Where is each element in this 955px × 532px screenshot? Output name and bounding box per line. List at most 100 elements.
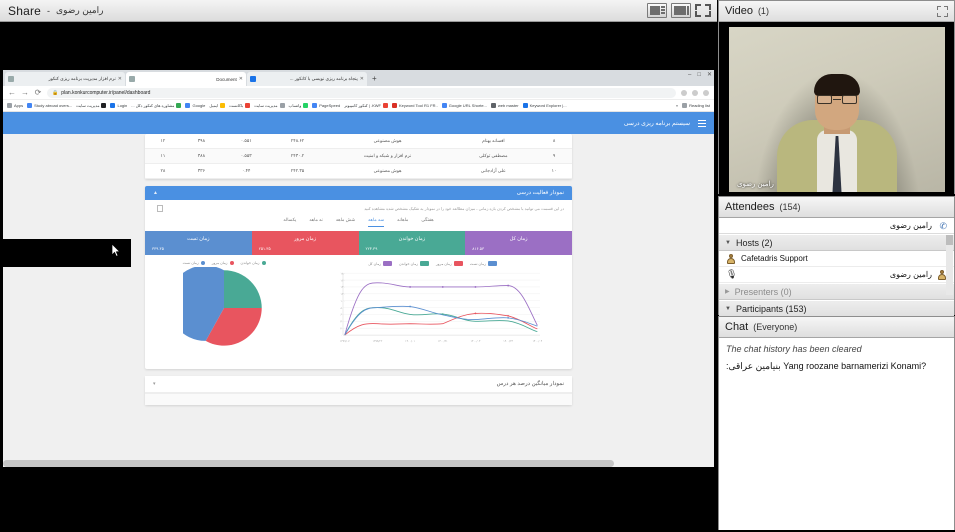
bookmark-label: واتساپ (288, 103, 302, 108)
average-percent-card: نمودار میانگین درصد هر درس ▾ (145, 376, 572, 405)
tab-favicon (129, 76, 135, 82)
cell-ratio: ۰.۵۵۱ (221, 134, 271, 149)
reload-icon[interactable]: ⟳ (34, 88, 42, 97)
tab-nine-month[interactable]: نه ماهه (309, 217, 322, 227)
bookmark-item[interactable]: Keyword Explorer |... (522, 103, 567, 108)
tab-close-icon[interactable]: ✕ (118, 76, 122, 82)
attendees-count: (154) (779, 202, 801, 212)
stat-label: زمان مرور (294, 236, 317, 242)
bookmark-item[interactable]: PageSpeed (312, 103, 340, 108)
expand-icon[interactable] (937, 5, 948, 17)
shared-browser-window: نرم افزار مدیریت برنامه ریزی کنکور ✕ Doc… (3, 70, 714, 467)
close-window-icon[interactable]: ✕ (707, 71, 712, 78)
bookmark-item[interactable]: KWF. | کنکور کامپیوتر (344, 103, 388, 108)
bookmark-item[interactable]: ایمیل (209, 103, 226, 108)
bookmark-label: Keyword Tool R1 FR.. (398, 103, 438, 108)
layout-filmstrip-button[interactable] (647, 3, 667, 18)
bookmark-item[interactable]: Keyword Tool R1 FR.. (391, 103, 438, 108)
browser-tab[interactable]: نرم افزار مدیریت برنامه ریزی کنکور ✕ (5, 72, 125, 86)
cell-field: نرم افزار و شبکه و امنیت (324, 148, 451, 164)
tab-yearly[interactable]: یکساله (283, 217, 296, 227)
chevron-down-icon[interactable]: ▼ (725, 240, 731, 246)
toolbar-actions[interactable] (681, 89, 709, 96)
tab-close-icon[interactable]: ✕ (360, 76, 364, 82)
microphone-icon[interactable]: 🎙 (726, 269, 737, 280)
bookmark-item[interactable]: web master (490, 103, 519, 108)
chevron-down-icon[interactable]: ▼ (725, 306, 731, 312)
cell-name: مصطفی توکلی (450, 148, 537, 164)
bookmark-item[interactable]: Login (110, 103, 127, 108)
stat-label: زمان تست (187, 236, 210, 242)
tab-label: نرم افزار مدیریت برنامه ریزی کنکور (48, 76, 116, 81)
mouse-cursor (112, 244, 121, 257)
browser-tab-active[interactable]: Document ✕ (126, 72, 246, 86)
attendee-row[interactable]: رامین رضوی 🎙 (719, 267, 954, 283)
bookmark-label: مشاوره های کنکور دکل ... (131, 103, 175, 108)
attendee-self-name: رامین رضوی (889, 221, 932, 230)
back-icon[interactable]: ← (8, 88, 16, 97)
bookmark-item[interactable]: Study abroad overs... (27, 103, 72, 108)
bookmark-item[interactable]: باکانست (229, 103, 251, 108)
video-pod-count: (1) (757, 6, 769, 16)
ytick: ۴۰ (341, 320, 344, 324)
stat-value: ۳۳۹.۳۵ (152, 246, 164, 251)
reading-list-label: Reading list (689, 103, 710, 108)
expand-caret-icon[interactable]: ▾ (153, 381, 156, 387)
bookmark-item[interactable]: واتساپ (289, 103, 309, 108)
bookmark-label: KWF. | کنکور کامپیوتر (344, 103, 381, 108)
browser-tab[interactable]: پنجاه برنامه ریزی نویسی با کانکور ... ✕ (247, 72, 367, 86)
group-participants[interactable]: ▼ Participants (153) (719, 300, 954, 317)
attendees-scrollbar[interactable] (946, 235, 953, 295)
new-tab-button[interactable]: + (368, 72, 381, 86)
attendee-row[interactable]: Cafetadris Support (719, 251, 954, 267)
bookmarks-bar: Apps Study abroad overs... مدیریت سایت L… (3, 100, 714, 112)
reading-list-button[interactable]: Reading list (682, 103, 710, 108)
horizontal-scrollbar[interactable] (3, 460, 714, 467)
chat-scope: (Everyone) (753, 322, 798, 332)
cell-rank: ۸ (536, 134, 572, 149)
browser-tabstrip: نرم افزار مدیریت برنامه ریزی کنکور ✕ Doc… (3, 70, 714, 86)
tab-six-month[interactable]: شش ماهه (336, 217, 355, 227)
group-hosts[interactable]: ▼ Hosts (2) (719, 234, 954, 251)
chat-message-list[interactable]: The chat history has been cleared بنیامی… (719, 338, 954, 530)
video-body[interactable]: رامین رضوی (719, 22, 954, 194)
legend-label: زمان خواندن (240, 261, 260, 265)
table-row: ۹ مصطفی توکلی نرم افزار و شبکه و امنیت ۲… (145, 148, 572, 164)
fullscreen-icon[interactable] (695, 3, 711, 18)
table-row: ۸ افسانه بهنام هوش مصنوعی ۲۴۸.۶۲ ۰.۵۵۱ ۳… (145, 134, 572, 149)
pie-slice-reading (224, 270, 262, 308)
bookmark-item[interactable]: مدیریت سایت (76, 103, 107, 108)
tab-weekly[interactable]: هفتگی (421, 217, 433, 227)
collapse-caret-icon[interactable]: ▲ (153, 190, 158, 196)
bookmark-item[interactable]: مشاوره های کنکور دکل ... (131, 103, 182, 108)
ytick: ۰ (341, 333, 343, 337)
bookmark-item[interactable]: مدیریت سایت (254, 103, 285, 108)
bookmark-item[interactable]: Apps (7, 103, 23, 108)
group-presenters[interactable]: ▶ Presenters (0) (719, 283, 954, 300)
xtick: ۱۴۰۰/۰۱ (405, 339, 415, 343)
tab-monthly[interactable]: ماهانه (397, 217, 408, 227)
bookmark-item[interactable]: Google URL Shorte... (441, 103, 487, 108)
bookmark-item[interactable]: Google (185, 103, 205, 108)
bookmark-label: web master (497, 103, 519, 108)
video-pod-actions[interactable] (937, 5, 948, 17)
layout-single-button[interactable] (671, 3, 691, 18)
attendee-self-row[interactable]: ✆ رامین رضوی (719, 218, 954, 234)
window-controls[interactable]: – □ ✕ (688, 71, 712, 79)
bookmark-label: مدیریت سایت (254, 103, 278, 108)
right-panel: Video (1) رامین رضوی Attendees (154) ✆ ر… (717, 0, 955, 532)
maximize-icon[interactable]: □ (697, 72, 701, 78)
bookmarks-overflow-icon[interactable]: » (676, 103, 678, 108)
chevron-right-icon[interactable]: ▶ (725, 288, 730, 295)
xtick: ۱۴۰۰/۰۴ (533, 339, 543, 343)
tab-close-icon[interactable]: ✕ (239, 76, 243, 82)
dashboard-topbar: سیستم برنامه ریزی درسی (3, 112, 714, 134)
minimize-icon[interactable]: – (688, 72, 691, 78)
address-bar[interactable]: 🔒 plan.konkurcomputer.ir/panel/dashboard (47, 87, 676, 98)
bookmark-label: Apps (14, 103, 24, 108)
hamburger-icon[interactable] (698, 119, 706, 127)
activity-description-row: در این قسمت می توانید با مشخص کردن بازه … (145, 200, 572, 214)
tab-three-month[interactable]: سه ماهه (368, 217, 385, 227)
forward-icon[interactable]: → (21, 88, 29, 97)
video-stream[interactable]: رامین رضوی (729, 27, 945, 192)
